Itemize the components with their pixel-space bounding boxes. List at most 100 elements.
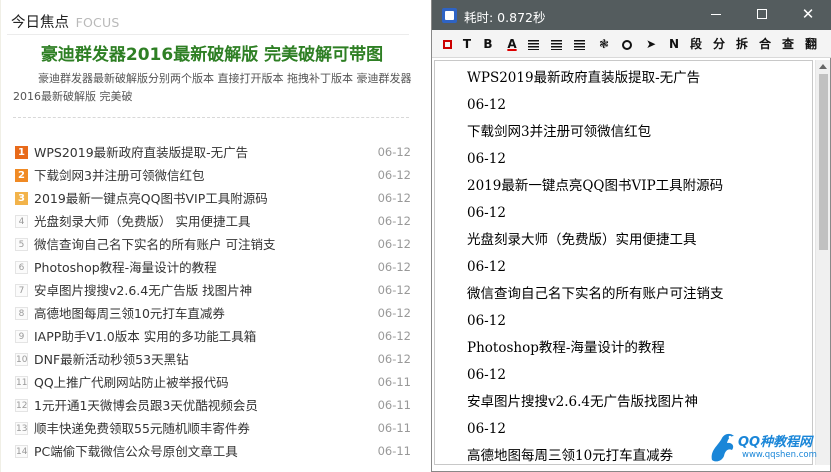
output-line: 安卓图片搜搜v2.6.4无广告版找图片神	[467, 394, 698, 410]
output-line: 光盘刻录大师（免费版）实用便捷工具	[467, 232, 697, 248]
disassemble-button[interactable]: 拆	[733, 36, 751, 52]
red-square-icon[interactable]	[438, 36, 456, 52]
panel-title-en: FOCUS	[75, 15, 120, 30]
news-title-link[interactable]: QQ上推广代刷网站防止被举报代码	[34, 371, 229, 394]
output-line: 高德地图每周三领10元打车直减券	[467, 448, 674, 464]
merge-button[interactable]: 合	[756, 36, 774, 52]
scroll-up-icon[interactable]	[819, 64, 827, 69]
news-title-link[interactable]: 下载剑网3并注册可领微信红包	[34, 164, 204, 187]
news-title-link[interactable]: 安卓图片搜搜v2.6.4无广告版 找图片神	[34, 279, 252, 302]
news-date: 06-12	[377, 352, 411, 366]
paragraph-button[interactable]: 段	[687, 36, 705, 52]
split-button[interactable]: 分	[710, 36, 728, 52]
news-date: 06-12	[377, 306, 411, 320]
output-line: 下载剑网3并注册可领微信红包	[467, 124, 652, 140]
watermark-url: www.qqshen.com	[742, 450, 817, 460]
rank-badge: 13	[15, 422, 28, 435]
news-date: 06-12	[377, 214, 411, 228]
search-icon[interactable]	[618, 36, 636, 52]
watermark-title: QQ种教程网	[738, 435, 813, 450]
output-line: 06-12	[467, 313, 506, 329]
align-center-icon[interactable]	[547, 36, 565, 52]
minimize-button[interactable]	[693, 0, 739, 30]
news-title-link[interactable]: 微信查询自己名下实名的所有账户 可注销支	[34, 233, 275, 256]
news-title-link[interactable]: 高德地图每周三领10元打车直减券	[34, 302, 225, 325]
minimize-icon	[711, 13, 721, 15]
rank-badge: 5	[15, 238, 28, 251]
news-title-link[interactable]: 光盘刻录大师（免费版） 实用便捷工具	[34, 210, 250, 233]
dragon-logo-icon	[711, 433, 734, 462]
news-title-link[interactable]: 1元开通1天微博会员跟3天优酷视频会员	[34, 394, 258, 417]
news-title-link[interactable]: IAPP助手V1.0版本 实用的多功能工具箱	[34, 325, 256, 348]
news-title-link[interactable]: PC端偷下载微信公众号原创文章工具	[34, 440, 238, 463]
news-item[interactable]: 8 高德地图每周三领10元打车直减券 06-12	[15, 302, 411, 325]
vertical-scrollbar[interactable]	[815, 60, 830, 465]
news-item[interactable]: 5 微信查询自己名下实名的所有账户 可注销支 06-12	[15, 233, 411, 256]
news-item[interactable]: 7 安卓图片搜搜v2.6.4无广告版 找图片神 06-12	[15, 279, 411, 302]
news-item[interactable]: 1 WPS2019最新政府直装版提取-无广告 06-12	[15, 141, 411, 164]
lookup-button[interactable]: 查	[779, 36, 797, 52]
news-date: 06-11	[377, 421, 411, 435]
translate-button[interactable]: 翻	[802, 36, 820, 52]
align-left-icon[interactable]	[524, 36, 542, 52]
news-date: 06-12	[377, 329, 411, 343]
rank-badge: 14	[15, 445, 28, 458]
news-date: 06-12	[377, 283, 411, 297]
news-item[interactable]: 2 下载剑网3并注册可领微信红包 06-12	[15, 164, 411, 187]
bold-button[interactable]: B	[479, 36, 497, 52]
news-item[interactable]: 11 QQ上推广代刷网站防止被举报代码 06-11	[15, 371, 411, 394]
toolbar: T B A ❃ ➤ N 段分拆合查翻	[432, 30, 831, 58]
news-title-link[interactable]: Photoshop教程-海量设计的教程	[34, 256, 217, 279]
news-item[interactable]: 12 1元开通1天微博会员跟3天优酷视频会员 06-11	[15, 394, 411, 417]
send-icon[interactable]: ➤	[642, 36, 660, 52]
headline-link[interactable]: 豪迪群发器2016最新破解版 完美破解可带图	[1, 40, 423, 65]
output-line: 06-12	[467, 367, 506, 383]
output-line: 06-12	[467, 259, 506, 275]
rank-badge: 9	[15, 330, 28, 343]
dashed-divider	[13, 117, 409, 118]
news-item[interactable]: 14 PC端偷下载微信公众号原创文章工具 06-11	[15, 440, 411, 463]
output-line: 06-12	[467, 205, 506, 221]
news-title-link[interactable]: WPS2019最新政府直装版提取-无广告	[34, 141, 248, 164]
output-line: 06-12	[467, 421, 506, 437]
output-line: 06-12	[467, 97, 506, 113]
panel-header: 今日焦点 FOCUS	[11, 11, 119, 33]
news-date: 06-12	[377, 191, 411, 205]
text-output-area[interactable]: WPS2019最新政府直装版提取-无广告 06-12 下载剑网3并注册可领微信红包 0…	[434, 60, 813, 465]
output-line: 微信查询自己名下实名的所有账户可注销支	[467, 286, 724, 302]
news-date: 06-12	[377, 168, 411, 182]
close-button[interactable]: ✕	[785, 0, 831, 30]
rank-badge: 12	[15, 399, 28, 412]
rank-badge: 1	[15, 146, 28, 159]
rank-badge: 11	[15, 376, 28, 389]
rank-badge: 7	[15, 284, 28, 297]
news-date: 06-12	[377, 145, 411, 159]
news-item[interactable]: 9 IAPP助手V1.0版本 实用的多功能工具箱 06-12	[15, 325, 411, 348]
news-item[interactable]: 6 Photoshop教程-海量设计的教程 06-12	[15, 256, 411, 279]
n-button[interactable]: N	[665, 36, 683, 52]
news-title-link[interactable]: 2019最新一键点亮QQ图书VIP工具附源码	[34, 187, 268, 210]
font-color-button[interactable]: A	[503, 36, 521, 52]
window-title: 耗时: 0.872秒	[464, 10, 546, 25]
result-window: 耗时: 0.872秒 ✕ T B A ❃ ➤ N 段分拆合查翻 WPS2019最新政府直装版…	[431, 0, 831, 472]
palette-icon[interactable]: ❃	[595, 36, 613, 52]
scroll-thumb[interactable]	[819, 74, 828, 250]
news-item[interactable]: 13 顺丰快递免费领取55元随机顺丰寄件券 06-11	[15, 417, 411, 440]
maximize-button[interactable]	[739, 0, 785, 30]
justify-icon[interactable]	[570, 36, 588, 52]
rank-badge: 4	[15, 215, 28, 228]
output-line: Photoshop教程-海量设计的教程	[467, 340, 665, 356]
output-line: 06-12	[467, 151, 506, 167]
news-title-link[interactable]: 顺丰快递免费领取55元随机顺丰寄件券	[34, 417, 250, 440]
text-t-button[interactable]: T	[458, 36, 476, 52]
news-date: 06-11	[377, 398, 411, 412]
window-titlebar[interactable]: 耗时: 0.872秒 ✕	[432, 0, 831, 30]
rank-badge: 10	[15, 353, 28, 366]
news-title-link[interactable]: DNF最新活动秒领53天黑钻	[34, 348, 189, 371]
header-divider	[7, 34, 409, 35]
site-watermark: QQ种教程网 www.qqshen.com	[708, 428, 828, 468]
output-line: 2019最新一键点亮QQ图书VIP工具附源码	[467, 178, 724, 194]
news-item[interactable]: 4 光盘刻录大师（免费版） 实用便捷工具 06-12	[15, 210, 411, 233]
news-item[interactable]: 10 DNF最新活动秒领53天黑钻 06-12	[15, 348, 411, 371]
news-item[interactable]: 3 2019最新一键点亮QQ图书VIP工具附源码 06-12	[15, 187, 411, 210]
